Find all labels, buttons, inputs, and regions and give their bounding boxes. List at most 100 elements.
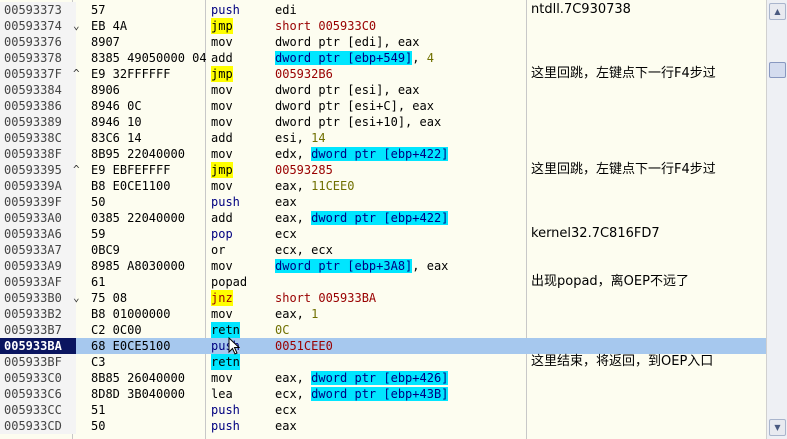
comment-cell: 这里回跳，左键点下一行F4步过	[531, 162, 716, 177]
instruction-row[interactable]: 005933B2 B8 01000000 mov eax, 1	[0, 306, 767, 322]
mnemonic-cell: mov	[211, 179, 233, 193]
instruction-row[interactable]: 0059338F 8B95 22040000 mov edx, dword ptr […	[0, 146, 767, 162]
operands-cell: eax	[275, 418, 297, 434]
operand-part: eax	[275, 419, 297, 433]
hex-bytes-cell: 0385 22040000	[91, 211, 185, 225]
address-cell: 005933C6	[0, 386, 76, 402]
hex-bytes-cell: EB 4A	[91, 19, 128, 33]
instruction-row[interactable]: 005933B0 ⌄ 75 08 jnz short 005933BA	[0, 290, 767, 306]
arrow-up-icon: ▲	[774, 7, 781, 16]
operand-part: ,	[412, 51, 427, 65]
hex-bytes-cell: 57	[91, 3, 106, 17]
mnemonic-cell: mov	[211, 371, 233, 385]
instruction-row[interactable]: 00593384 8906 mov dword ptr [esi], eax	[0, 82, 767, 98]
hex-bytes-cell: 8385 49050000 04	[91, 51, 207, 65]
operands-cell: dword ptr [ebp+549], 4	[275, 50, 434, 66]
operand-part: 0C	[275, 323, 290, 337]
scroll-up-button[interactable]: ▲	[769, 3, 786, 20]
instruction-row[interactable]: 005933BF C3 retn 这里结束，将返回，到OEP入口	[0, 354, 767, 370]
operand-part: dword ptr [esi], eax	[275, 83, 420, 97]
hex-bytes-cell: 59	[91, 227, 106, 241]
address-cell: 005933A7	[0, 242, 76, 258]
operand-part: dword ptr [ebp+3A8]	[275, 259, 413, 273]
instruction-row[interactable]: 005933A7 0BC9 or ecx, ecx	[0, 242, 767, 258]
mnemonic-cell: jmp	[211, 162, 233, 178]
instruction-row[interactable]: 005933CD 50 push eax	[0, 418, 767, 434]
hex-bytes-cell: B8 01000000	[91, 307, 171, 321]
operand-part: ecx,	[275, 387, 312, 401]
hex-bytes-cell: 8B85 26040000	[91, 371, 185, 385]
operands-cell: dword ptr [esi+C], eax	[275, 98, 434, 114]
address-cell: 00593378	[0, 50, 76, 66]
address-cell: 005933BF	[0, 354, 76, 370]
operands-cell: ecx	[275, 402, 297, 418]
instruction-row[interactable]: 00593386 8946 0C mov dword ptr [esi+C], eax	[0, 98, 767, 114]
operand-part: ecx	[275, 403, 297, 417]
operands-cell: 0C	[275, 322, 289, 338]
operands-cell: eax, 1	[275, 306, 318, 322]
operands-cell: eax	[275, 194, 297, 210]
instruction-row[interactable]: 00593373 57 push edi ntdll.7C930738	[0, 2, 767, 18]
operand-part: dword ptr [ebp+422]	[311, 147, 449, 161]
operands-cell: ecx, ecx	[275, 242, 333, 258]
mnemonic-cell: mov	[211, 147, 233, 161]
operand-part: edx,	[275, 147, 312, 161]
address-cell: 005933B7	[0, 322, 76, 338]
instruction-row[interactable]: 00593374 ⌄ EB 4A jmp short 005933C0	[0, 18, 767, 34]
mnemonic-cell: push	[211, 419, 240, 433]
operand-part: ecx, ecx	[275, 243, 333, 257]
instruction-row[interactable]: 005933CC 51 push ecx	[0, 402, 767, 418]
address-cell: 005933CC	[0, 402, 76, 418]
instruction-row[interactable]: 005933A9 8985 A8030000 mov dword ptr [ebp+3…	[0, 258, 767, 274]
instruction-row[interactable]: 0059339F 50 push eax	[0, 194, 767, 210]
instruction-row[interactable]: 00593376 8907 mov dword ptr [edi], eax	[0, 34, 767, 50]
mouse-pointer-icon	[228, 337, 240, 355]
instruction-row[interactable]: 005933C6 8D8D 3B040000 lea ecx, dword ptr […	[0, 386, 767, 402]
comment-cell: ntdll.7C930738	[531, 2, 631, 17]
address-cell: 0059339F	[0, 194, 76, 210]
operand-part: esi,	[275, 131, 312, 145]
address-cell: 005933B2	[0, 306, 76, 322]
hex-bytes-cell: 50	[91, 419, 106, 433]
instruction-row[interactable]: 005933C0 8B85 26040000 mov eax, dword ptr […	[0, 370, 767, 386]
operand-part: eax,	[275, 371, 312, 385]
hex-bytes-cell: 68 E0CE5100	[91, 339, 171, 353]
mnemonic-cell: push	[211, 3, 240, 17]
hex-bytes-cell: 0BC9	[91, 243, 120, 257]
scroll-thumb[interactable]	[769, 62, 786, 78]
hex-bytes-cell: 8946 10	[91, 115, 142, 129]
instruction-row[interactable]: 005933AF 61 popad 出现popad，离OEP不远了	[0, 274, 767, 290]
mnemonic-cell: retn	[211, 354, 240, 370]
operands-cell: short 005933C0	[275, 18, 376, 34]
hex-bytes-cell: 50	[91, 195, 106, 209]
instruction-row[interactable]: 00593378 8385 49050000 04 add dword ptr [eb…	[0, 50, 767, 66]
mnemonic-cell: mov	[211, 83, 233, 97]
jump-arrow-icon: ⌄	[73, 19, 80, 32]
scroll-down-button[interactable]: ▼	[769, 419, 786, 436]
operand-part: dword ptr [ebp+549]	[275, 51, 413, 65]
operand-part: eax,	[275, 179, 312, 193]
disassembly-pane[interactable]: 00593373 57 push edi ntdll.7C930738 00593374 ⌄…	[0, 0, 767, 439]
mnemonic-cell: pop	[211, 227, 233, 241]
instruction-row[interactable]: 0059338C 83C6 14 add esi, 14	[0, 130, 767, 146]
instruction-row[interactable]: 005933A6 59 pop ecx kernel32.7C816FD7	[0, 226, 767, 242]
operands-cell: short 005933BA	[275, 290, 376, 306]
vertical-scrollbar[interactable]: ▲ ▼	[766, 0, 787, 439]
instruction-row[interactable]: 00593395 ^ E9 EBFEFFFF jmp 00593285 这里回跳，左键点下…	[0, 162, 767, 178]
address-cell: 005933A6	[0, 226, 76, 242]
operand-part: eax,	[275, 307, 312, 321]
operand-part: dword ptr [edi], eax	[275, 35, 420, 49]
instruction-row[interactable]: 005933A0 0385 22040000 add eax, dword ptr […	[0, 210, 767, 226]
instruction-row[interactable]: 005933B7 C2 0C00 retn 0C	[0, 322, 767, 338]
operand-part: 00593285	[275, 163, 333, 177]
mnemonic-cell: push	[211, 195, 240, 209]
instruction-row-selected[interactable]: 005933BA 68 E0CE5100 push 0051CEE0	[0, 338, 767, 354]
instruction-row[interactable]: 0059339A B8 E0CE1100 mov eax, 11CEE0	[0, 178, 767, 194]
instruction-row[interactable]: 0059337F ^ E9 32FFFFFF jmp 005932B6 这里回跳，左键点下…	[0, 66, 767, 82]
comment-cell: 出现popad，离OEP不远了	[531, 274, 689, 289]
address-cell: 0059338F	[0, 146, 76, 162]
comment-cell: kernel32.7C816FD7	[531, 226, 660, 241]
operand-part: 11CEE0	[311, 179, 355, 193]
operand-part: dword ptr [ebp+43B]	[311, 387, 449, 401]
instruction-row[interactable]: 00593389 8946 10 mov dword ptr [esi+10], ea…	[0, 114, 767, 130]
